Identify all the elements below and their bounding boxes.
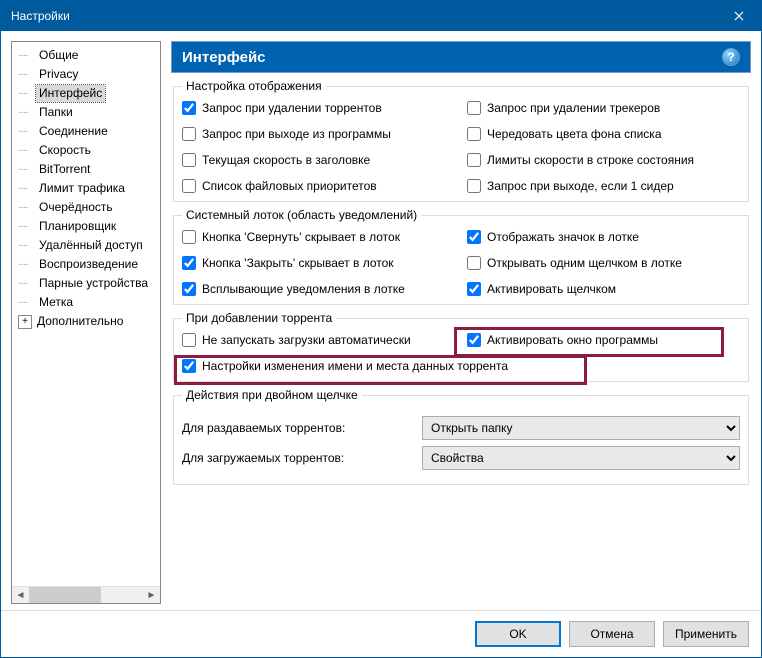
group-tray-legend: Системный лоток (область уведомлений)	[182, 208, 421, 222]
chk-show-rename-dialog[interactable]: Настройки изменения имени и места данных…	[182, 359, 740, 373]
group-add-legend: При добавлении торрента	[182, 311, 336, 325]
chk-tray-balloons[interactable]: Всплывающие уведомления в лотке	[182, 282, 467, 296]
label-seeding-action: Для раздаваемых торрентов:	[182, 421, 414, 435]
sidebar-item-scheduler[interactable]: ····Планировщик	[14, 217, 160, 236]
group-add-torrent: При добавлении торрента Не запускать заг…	[173, 311, 749, 382]
chk-minimize-to-tray[interactable]: Кнопка 'Свернуть' скрывает в лоток	[182, 230, 467, 244]
dialog-footer: OK Отмена Применить	[1, 610, 761, 657]
sidebar-hscrollbar[interactable]: ◄ ►	[12, 586, 160, 603]
settings-window: Настройки ····Общие ····Privacy ····Инте…	[0, 0, 762, 658]
group-display: Настройка отображения Запрос при удалени…	[173, 79, 749, 202]
scroll-track[interactable]	[29, 587, 143, 603]
close-button[interactable]	[716, 1, 761, 31]
panel-header: Интерфейс ?	[171, 41, 751, 73]
group-display-legend: Настройка отображения	[182, 79, 326, 93]
sidebar-item-folders[interactable]: ····Папки	[14, 103, 160, 122]
chk-confirm-exit-seeder[interactable]: Запрос при выходе, если 1 сидер	[467, 179, 740, 193]
close-icon	[734, 11, 744, 21]
chk-speed-in-title[interactable]: Текущая скорость в заголовке	[182, 153, 467, 167]
sidebar-item-label[interactable]: ····Метка	[14, 293, 160, 312]
sidebar-item-general[interactable]: ····Общие	[14, 46, 160, 65]
chk-single-click-tray[interactable]: Открывать одним щелчком в лотке	[467, 256, 740, 270]
main-panel: Интерфейс ? Настройка отображения Запрос…	[171, 41, 751, 604]
group-tray: Системный лоток (область уведомлений) Кн…	[173, 208, 749, 305]
select-seeding-action[interactable]: Открыть папку	[422, 416, 740, 440]
chk-limits-in-statusbar[interactable]: Лимиты скорости в строке состояния	[467, 153, 740, 167]
chk-show-tray-icon[interactable]: Отображать значок в лотке	[467, 230, 740, 244]
scroll-right-icon[interactable]: ►	[143, 587, 160, 604]
chk-file-priority-list[interactable]: Список файловых приоритетов	[182, 179, 467, 193]
ok-button[interactable]: OK	[475, 621, 561, 647]
label-downloading-action: Для загружаемых торрентов:	[182, 451, 414, 465]
apply-button[interactable]: Применить	[663, 621, 749, 647]
sidebar-item-speed[interactable]: ····Скорость	[14, 141, 160, 160]
help-icon[interactable]: ?	[722, 48, 740, 66]
chk-dont-start-auto[interactable]: Не запускать загрузки автоматически	[182, 333, 467, 347]
sidebar-item-interface[interactable]: ····Интерфейс	[14, 84, 160, 103]
scroll-left-icon[interactable]: ◄	[12, 587, 29, 604]
cancel-button[interactable]: Отмена	[569, 621, 655, 647]
group-doubleclick: Действия при двойном щелчке Для раздавае…	[173, 388, 749, 485]
sidebar-item-privacy[interactable]: ····Privacy	[14, 65, 160, 84]
chk-activate-on-click[interactable]: Активировать щелчком	[467, 282, 740, 296]
sidebar-item-connection[interactable]: ····Соединение	[14, 122, 160, 141]
chk-alternate-row-colors[interactable]: Чередовать цвета фона списка	[467, 127, 740, 141]
panel-title: Интерфейс	[182, 49, 266, 66]
titlebar: Настройки	[1, 1, 761, 31]
sidebar-item-advanced[interactable]: +Дополнительно	[14, 312, 160, 331]
expand-icon[interactable]: +	[18, 315, 32, 329]
select-downloading-action[interactable]: Свойства	[422, 446, 740, 470]
group-dblclick-legend: Действия при двойном щелчке	[182, 388, 362, 402]
category-tree[interactable]: ····Общие ····Privacy ····Интерфейс ····…	[12, 42, 160, 586]
scroll-thumb[interactable]	[29, 587, 101, 603]
window-title: Настройки	[11, 9, 70, 23]
chk-confirm-exit[interactable]: Запрос при выходе из программы	[182, 127, 467, 141]
chk-confirm-delete-trackers[interactable]: Запрос при удалении трекеров	[467, 101, 740, 115]
sidebar-item-bittorrent[interactable]: ····BitTorrent	[14, 160, 160, 179]
chk-activate-window[interactable]: Активировать окно программы	[467, 333, 740, 347]
sidebar: ····Общие ····Privacy ····Интерфейс ····…	[11, 41, 161, 604]
sidebar-item-traffic-limit[interactable]: ····Лимит трафика	[14, 179, 160, 198]
sidebar-item-remote[interactable]: ····Удалённый доступ	[14, 236, 160, 255]
sidebar-item-playback[interactable]: ····Воспроизведение	[14, 255, 160, 274]
chk-close-to-tray[interactable]: Кнопка 'Закрыть' скрывает в лоток	[182, 256, 467, 270]
chk-confirm-delete-torrents[interactable]: Запрос при удалении торрентов	[182, 101, 467, 115]
sidebar-item-queue[interactable]: ····Очерёдность	[14, 198, 160, 217]
sidebar-item-paired[interactable]: ····Парные устройства	[14, 274, 160, 293]
